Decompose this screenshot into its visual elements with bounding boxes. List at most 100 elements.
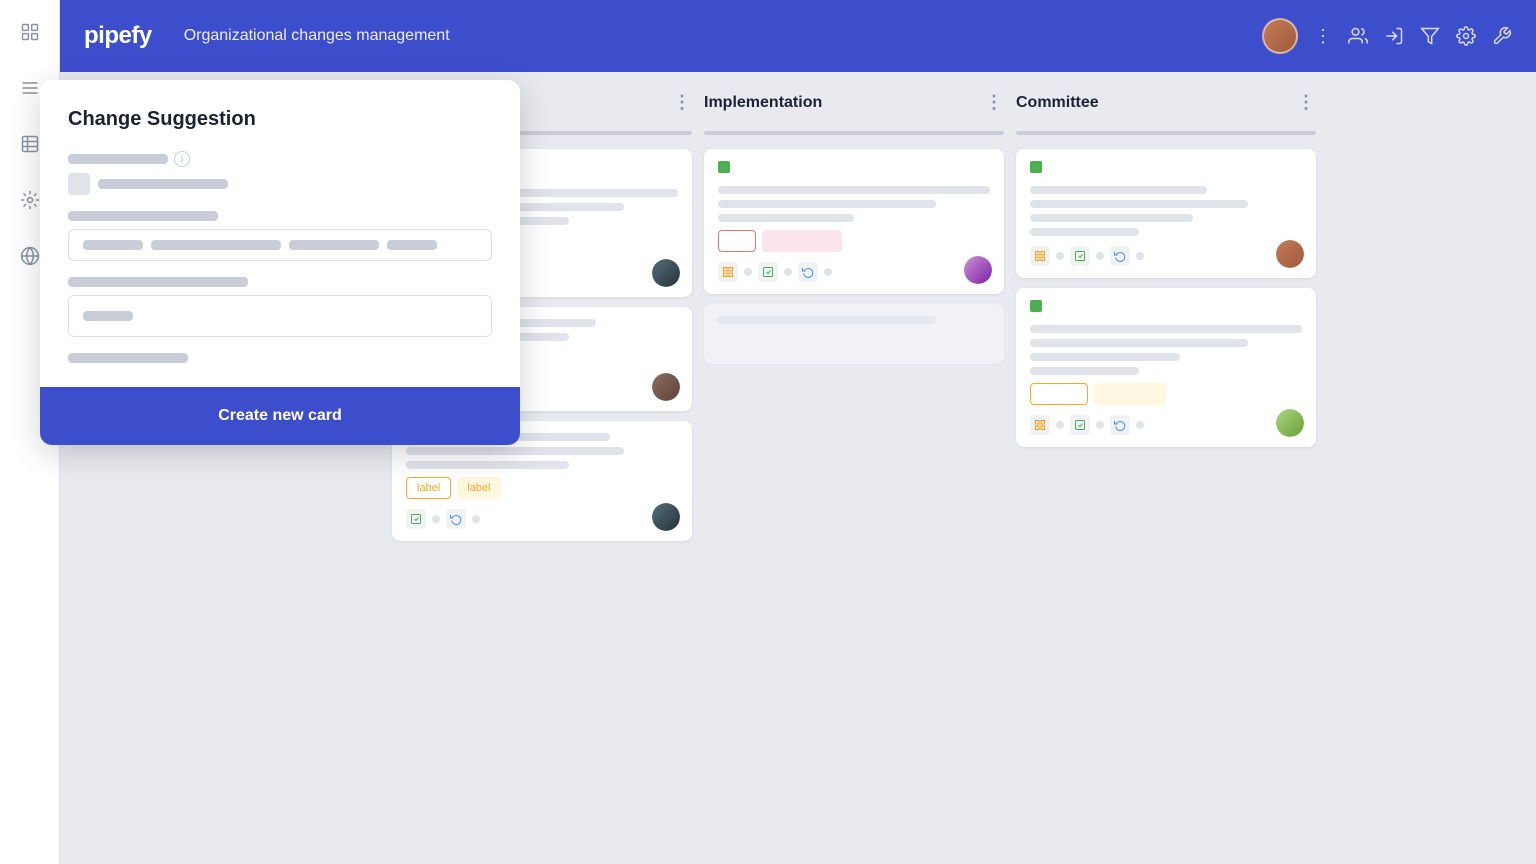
- image-icon: [68, 173, 90, 195]
- form-label-row-1: i: [68, 151, 492, 167]
- card-dot: [1136, 421, 1144, 429]
- card-avatar: [652, 503, 680, 531]
- input-dot: [387, 240, 437, 250]
- card-avatar: [652, 373, 680, 401]
- logo: pipefy: [84, 22, 152, 50]
- card-footer-icon: [1070, 415, 1090, 435]
- column-committee: Committee ⋮: [1016, 88, 1316, 848]
- card-avatar: [1276, 240, 1304, 268]
- card-line: [1030, 339, 1248, 347]
- card-line: [1030, 367, 1139, 375]
- input-dot: [83, 240, 143, 250]
- card-tag-green: [1030, 161, 1042, 173]
- main-content: pipefy Organizational changes management…: [60, 0, 1536, 864]
- card-line: [718, 214, 854, 222]
- modal-footer[interactable]: Create new card: [40, 387, 520, 445]
- card-dot: [1096, 421, 1104, 429]
- card-badge: label: [406, 477, 451, 499]
- form-sublabel-2: [68, 211, 218, 221]
- card-footer-icon: [758, 262, 778, 282]
- card-footer-icon: [718, 262, 738, 282]
- header-actions: ⋮: [1262, 18, 1512, 54]
- card-line: [1030, 228, 1139, 236]
- card-footer-icon: [1030, 246, 1050, 266]
- card: [1016, 149, 1316, 278]
- card-dot: [1096, 252, 1104, 260]
- info-icon[interactable]: i: [174, 151, 190, 167]
- card-badge: [1094, 383, 1166, 405]
- modal-body: Change Suggestion i: [40, 80, 520, 387]
- avatar-image: [964, 256, 992, 284]
- logo-text: pipefy: [84, 22, 152, 50]
- card-dot: [472, 515, 480, 523]
- card-footer: [1030, 246, 1302, 266]
- column-title-committee: Committee: [1016, 94, 1289, 112]
- card-badge: [718, 230, 756, 252]
- card-badge: [1030, 383, 1088, 405]
- column-implementation: Implementation ⋮: [704, 88, 1004, 848]
- column-bar-implementation: [704, 131, 1004, 135]
- card-footer-icon: [446, 509, 466, 529]
- card-dot: [1056, 252, 1064, 260]
- card-dot: [1056, 421, 1064, 429]
- card-footer: [406, 509, 678, 529]
- sidebar-icon-grid[interactable]: [14, 16, 46, 48]
- card-dot: [784, 268, 792, 276]
- form-label-1: [68, 154, 168, 164]
- card-tag-green: [718, 161, 730, 173]
- settings-icon[interactable]: [1456, 26, 1476, 46]
- form-field-3: [68, 277, 492, 337]
- avatar-image: [652, 373, 680, 401]
- avatar-image: [652, 259, 680, 287]
- card: [704, 304, 1004, 364]
- card-badges: [1030, 383, 1302, 405]
- form-sublabel-3: [68, 277, 248, 287]
- card-footer-icon: [406, 509, 426, 529]
- avatar-image: [652, 503, 680, 531]
- card-footer: [718, 262, 990, 282]
- card-line: [406, 461, 569, 469]
- input-dot: [83, 311, 133, 321]
- card-line: [718, 200, 936, 208]
- form-image-row: [68, 173, 492, 195]
- card-badges: label label: [406, 477, 678, 499]
- column-menu-implementation[interactable]: ⋮: [985, 92, 1004, 113]
- card-badge: label: [457, 477, 500, 499]
- card: [704, 149, 1004, 294]
- card-dot: [824, 268, 832, 276]
- card-line: [1030, 214, 1193, 222]
- card-footer-icon: [798, 262, 818, 282]
- modal-title: Change Suggestion: [68, 108, 492, 131]
- header: pipefy Organizational changes management…: [60, 0, 1536, 72]
- column-menu-committee[interactable]: ⋮: [1297, 92, 1316, 113]
- create-card-button[interactable]: Create new card: [218, 407, 342, 425]
- form-input-2[interactable]: [68, 229, 492, 261]
- filter-icon[interactable]: [1420, 26, 1440, 46]
- login-icon[interactable]: [1384, 26, 1404, 46]
- card-line: [1030, 200, 1248, 208]
- header-title: Organizational changes management: [184, 27, 450, 45]
- column-menu-approval[interactable]: ⋮: [673, 92, 692, 113]
- card-avatar: [652, 259, 680, 287]
- card-avatar: [1276, 409, 1304, 437]
- form-input-3[interactable]: [68, 295, 492, 337]
- card-footer: [1030, 415, 1302, 435]
- card-line: [1030, 325, 1302, 333]
- column-title-implementation: Implementation: [704, 94, 977, 112]
- column-bar-committee: [1016, 131, 1316, 135]
- input-dot: [289, 240, 379, 250]
- card-line: [1030, 353, 1180, 361]
- card-line: [718, 186, 990, 194]
- card-footer-icon: [1070, 246, 1090, 266]
- card-dot: [432, 515, 440, 523]
- card-footer-icon: [1110, 415, 1130, 435]
- card-badge: [762, 230, 842, 252]
- column-header-implementation: Implementation ⋮: [704, 88, 1004, 121]
- more-menu-icon[interactable]: ⋮: [1314, 26, 1332, 47]
- users-icon[interactable]: [1348, 26, 1368, 46]
- card-avatar: [964, 256, 992, 284]
- form-field-1: i: [68, 151, 492, 195]
- form-image-bar: [98, 179, 228, 189]
- avatar[interactable]: [1262, 18, 1298, 54]
- tool-icon[interactable]: [1492, 26, 1512, 46]
